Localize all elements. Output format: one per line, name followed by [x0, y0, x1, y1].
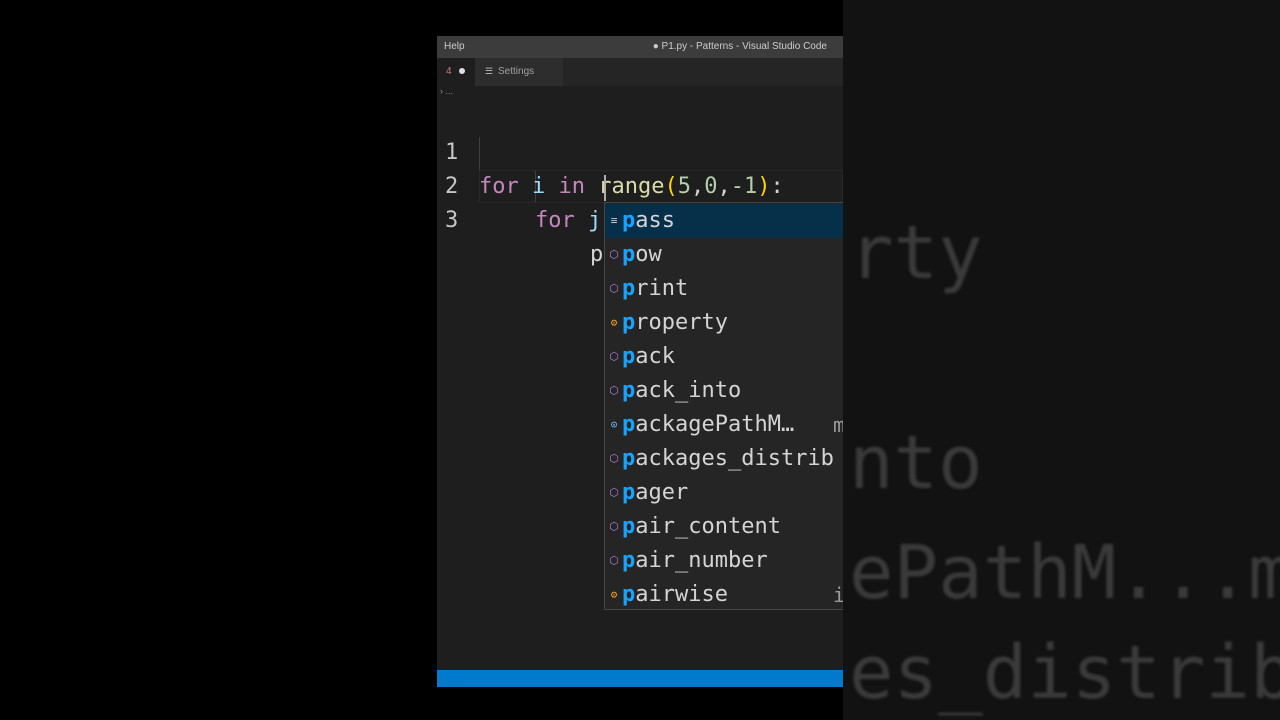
- suggestion-label: packages_distrib: [622, 442, 834, 476]
- suggestion-label: pair_number: [622, 544, 768, 578]
- suggestion-rest: ow: [635, 242, 662, 267]
- suggestion-rest: ass: [635, 208, 675, 233]
- tab-problem-count: 4: [446, 66, 452, 77]
- title-bar: Help ● P1.py - Patterns - Visual Studio …: [437, 36, 843, 58]
- text-cursor: [604, 175, 606, 201]
- token: for: [535, 208, 575, 233]
- match-highlight: p: [622, 480, 636, 505]
- suggestion-detail: m: [833, 408, 843, 442]
- suggestion-label: property: [622, 306, 728, 340]
- suggestion-item[interactable]: ⬡ pager: [605, 476, 843, 510]
- suggestion-rest: rint: [635, 276, 689, 301]
- bg-word: ePathM...: [849, 530, 1250, 616]
- suggestion-item[interactable]: ⚙ pairwise ite: [605, 578, 843, 609]
- window-title: ● P1.py - Patterns - Visual Studio Code: [652, 41, 827, 52]
- breadcrumb[interactable]: › ...: [440, 86, 453, 100]
- left-letterbox: [0, 0, 437, 720]
- suggestion-rest: air_content: [635, 514, 781, 539]
- tab-bar: 4 ☰ Settings: [437, 58, 843, 86]
- unsaved-dot-icon[interactable]: [459, 68, 465, 74]
- match-highlight: p: [622, 310, 636, 335]
- suggestion-rest: ackagePathM…: [635, 412, 795, 437]
- function-cube-icon: ⬡: [609, 486, 619, 499]
- bg-word: es_distrib: [849, 630, 1280, 716]
- match-highlight: p: [622, 344, 636, 369]
- zoomed-background: rty nto ePathM... m es_distrib: [843, 0, 1280, 720]
- bg-word: m: [1248, 530, 1280, 616]
- suggestion-label: packagePathM…: [622, 408, 794, 442]
- function-cube-icon: ⬡: [609, 248, 619, 261]
- match-highlight: p: [622, 548, 636, 573]
- suggestion-label: pack: [622, 340, 675, 374]
- suggestion-item[interactable]: ⬡ print: [605, 272, 843, 306]
- suggestion-item[interactable]: ⬡ packages_distrib: [605, 442, 843, 476]
- code-line[interactable]: 3 p: [437, 170, 843, 267]
- match-highlight: p: [622, 412, 636, 437]
- suggestion-item[interactable]: ⬡ pack: [605, 340, 843, 374]
- suggestion-label: pair_content: [622, 510, 781, 544]
- tab-label: Settings: [498, 66, 535, 77]
- suggestion-item[interactable]: ⊙ packagePathM… m: [605, 408, 843, 442]
- function-cube-icon: ⬡: [609, 520, 619, 533]
- suggestion-widget[interactable]: ≡ pass ⬡ pow ⬡ print ⚙ property ⬡ pack ⬡ pack_into ⊙…: [604, 202, 843, 610]
- suggestion-item[interactable]: ⬡ pair_number: [605, 544, 843, 578]
- keyword-icon: ≡: [610, 214, 618, 227]
- variable-icon: ⊙: [610, 418, 618, 431]
- bottom-letterbox: [437, 687, 843, 720]
- match-highlight: p: [622, 276, 636, 301]
- line-number: 3: [445, 208, 459, 233]
- bg-word: rty: [849, 210, 983, 296]
- function-cube-icon: ⬡: [609, 282, 619, 295]
- suggestion-rest: ack_into: [635, 378, 742, 403]
- menu-help[interactable]: Help: [444, 41, 465, 52]
- tab-p1py[interactable]: 4: [437, 58, 475, 86]
- bg-word: nto: [849, 420, 983, 506]
- match-highlight: p: [622, 378, 636, 403]
- suggestion-label: pow: [622, 238, 662, 272]
- suggestion-label: pack_into: [622, 374, 741, 408]
- status-bar[interactable]: [437, 670, 843, 687]
- suggestion-item[interactable]: ≡ pass: [605, 204, 843, 238]
- suggestion-item[interactable]: ⬡ pair_content: [605, 510, 843, 544]
- class-icon: ⚙: [610, 588, 618, 601]
- suggestion-detail: ite: [833, 578, 843, 609]
- code-line[interactable]: 2 for j in range(i):: [437, 136, 843, 233]
- suggestion-label: pairwise: [622, 578, 728, 609]
- settings-list-icon: ☰: [485, 66, 494, 76]
- match-highlight: p: [622, 514, 636, 539]
- top-letterbox: [437, 0, 843, 36]
- suggestion-label: pager: [622, 476, 688, 510]
- suggestion-label: pass: [622, 204, 675, 238]
- match-highlight: p: [622, 582, 636, 607]
- suggestion-item[interactable]: ⬡ pow: [605, 238, 843, 272]
- suggestion-item[interactable]: ⚙ property: [605, 306, 843, 340]
- code-line[interactable]: 1 for i in range(5,0,-1):: [437, 102, 843, 199]
- function-cube-icon: ⬡: [609, 384, 619, 397]
- class-icon: ⚙: [610, 316, 618, 329]
- suggestion-rest: ack: [635, 344, 675, 369]
- suggestion-rest: roperty: [635, 310, 728, 335]
- tab-settings[interactable]: ☰ Settings: [475, 58, 563, 86]
- function-cube-icon: ⬡: [609, 350, 619, 363]
- suggestion-label: print: [622, 272, 688, 306]
- function-cube-icon: ⬡: [609, 452, 619, 465]
- suggestion-rest: ackages_distrib: [635, 446, 834, 471]
- match-highlight: p: [622, 208, 636, 233]
- typed-text: p: [590, 242, 604, 267]
- match-highlight: p: [622, 446, 636, 471]
- suggestion-item[interactable]: ⬡ pack_into: [605, 374, 843, 408]
- suggestion-rest: air_number: [635, 548, 768, 573]
- suggestion-rest: ager: [635, 480, 689, 505]
- function-cube-icon: ⬡: [609, 554, 619, 567]
- suggestion-rest: airwise: [635, 582, 728, 607]
- vscode-window: Help ● P1.py - Patterns - Visual Studio …: [437, 0, 843, 720]
- match-highlight: p: [622, 242, 636, 267]
